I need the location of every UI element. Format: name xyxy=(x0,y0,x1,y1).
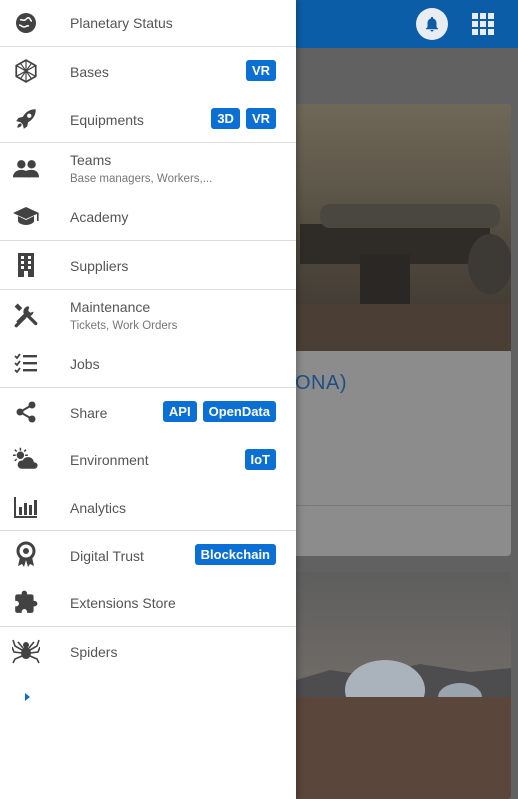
people-icon xyxy=(12,155,40,183)
blockchain-badge[interactable]: Blockchain xyxy=(194,544,276,565)
notifications-button[interactable] xyxy=(416,8,448,40)
drawer-item-label: Equipments xyxy=(70,112,144,128)
drawer-item-digital-trust[interactable]: Digital Trust Blockchain xyxy=(0,531,296,578)
base-card[interactable] xyxy=(290,104,511,556)
iot-badge[interactable]: IoT xyxy=(244,449,276,470)
drawer-item-label: Share xyxy=(70,405,108,421)
drawer-item-extensions-store[interactable]: Extensions Store xyxy=(0,578,296,626)
drawer-item-subtitle: Tickets, Work Orders xyxy=(70,320,178,332)
vr-badge[interactable]: VR xyxy=(245,108,276,129)
drawer-item-subtitle: Base managers, Workers,... xyxy=(70,173,213,185)
opendata-badge[interactable]: OpenData xyxy=(202,401,276,422)
base-card-image xyxy=(290,104,511,351)
bell-icon xyxy=(426,16,438,32)
weather-icon xyxy=(12,445,40,473)
drawer-item-label: Planetary Status xyxy=(70,15,173,31)
drawer-item-maintenance[interactable]: Maintenance Tickets, Work Orders xyxy=(0,290,296,338)
base-card-image xyxy=(290,572,511,799)
graduation-cap-icon xyxy=(12,202,40,230)
share-icon xyxy=(12,398,40,426)
drawer-item-label: Extensions Store xyxy=(70,595,176,611)
drawer-item-label: Maintenance xyxy=(70,299,151,315)
card-title-fragment: ONA) xyxy=(295,372,347,394)
3d-badge[interactable]: 3D xyxy=(211,108,240,129)
drawer-item-label: Teams xyxy=(70,152,112,168)
award-ribbon-icon xyxy=(12,541,40,569)
drawer-item-share[interactable]: Share API OpenData xyxy=(0,388,296,435)
planet-icon xyxy=(12,9,40,37)
rocket-icon xyxy=(12,105,40,133)
drawer-item-label: Suppliers xyxy=(70,258,129,274)
expand-arrow-icon[interactable] xyxy=(20,690,34,704)
building-icon xyxy=(12,251,40,279)
tools-icon xyxy=(12,302,40,330)
drawer-item-analytics[interactable]: Analytics xyxy=(0,483,296,530)
drawer-item-teams[interactable]: Teams Base managers, Workers,... xyxy=(0,143,296,191)
drawer-item-equipments[interactable]: Equipments 3D VR xyxy=(0,95,296,142)
geodesic-dome-icon xyxy=(12,57,40,85)
drawer-item-label: Digital Trust xyxy=(70,548,144,564)
drawer-item-academy[interactable]: Academy xyxy=(0,191,296,240)
api-badge[interactable]: API xyxy=(162,401,197,422)
drawer-item-planetary-status[interactable]: Planetary Status xyxy=(0,0,296,46)
apps-grid-button[interactable] xyxy=(472,13,494,35)
drawer-item-label: Bases xyxy=(70,64,109,80)
puzzle-icon xyxy=(12,588,40,616)
base-card[interactable] xyxy=(290,572,511,799)
drawer-item-suppliers[interactable]: Suppliers xyxy=(0,241,296,289)
drawer-item-label: Analytics xyxy=(70,500,127,516)
drawer-item-spiders[interactable]: Spiders xyxy=(0,627,296,675)
drawer-item-label: Environment xyxy=(70,452,149,468)
spider-icon xyxy=(12,637,40,665)
navigation-drawer: Planetary Status Bases VR Equipments 3D … xyxy=(0,0,296,799)
drawer-item-label: Jobs xyxy=(70,356,100,372)
vr-badge[interactable]: VR xyxy=(245,60,276,81)
drawer-item-label: Spiders xyxy=(70,644,118,660)
drawer-item-bases[interactable]: Bases VR xyxy=(0,47,296,95)
card-divider xyxy=(290,505,511,506)
drawer-item-jobs[interactable]: Jobs xyxy=(0,338,296,387)
bar-chart-icon xyxy=(12,493,40,521)
checklist-icon xyxy=(12,349,40,377)
drawer-item-label: Academy xyxy=(70,209,129,225)
drawer-item-environment[interactable]: Environment IoT xyxy=(0,435,296,483)
